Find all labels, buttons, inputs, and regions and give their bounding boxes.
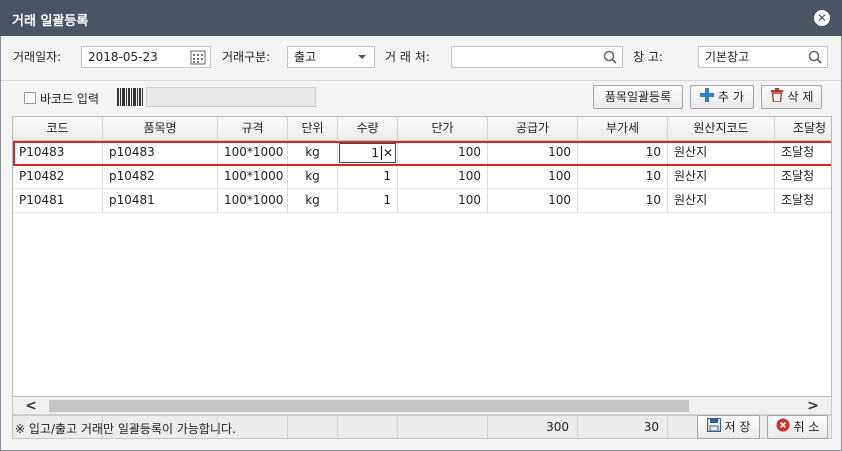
plus-icon — [700, 87, 715, 109]
table-cell[interactable]: 조달청 — [775, 189, 831, 213]
date-field[interactable]: 2018-05-23 — [81, 46, 211, 68]
chevron-down-icon — [354, 49, 370, 65]
barcode-checkbox[interactable] — [24, 92, 36, 104]
table-header: 코드 품목명 규격 단위 수량 단가 공급가 부가세 원산지코드 조달청 — [13, 117, 831, 141]
window-title: 거래 일괄등록 — [12, 14, 89, 29]
type-value: 출고 — [294, 50, 317, 64]
save-icon — [706, 417, 721, 439]
table-row[interactable]: P10481 p10481 100*1000 kg 1 100 100 10 원… — [13, 189, 831, 213]
warehouse-value: 기본창고 — [705, 50, 750, 64]
column-header[interactable]: 공급가 — [488, 117, 578, 141]
title-bar: 거래 일괄등록 ✕ — [0, 0, 842, 36]
table-cell[interactable]: 100 — [488, 141, 578, 165]
type-select[interactable]: 출고 — [287, 46, 375, 68]
dialog-body: 거래일자: 2018-05-23 거래구분: 출고 거 래 처: 창 고: 기본… — [0, 36, 842, 451]
quantity-cell[interactable]: 1 ✕ — [338, 141, 398, 165]
table-cell[interactable]: 100*1000 — [218, 189, 288, 213]
table-row[interactable]: P10483 p10483 100*1000 kg 1 ✕ 100 100 10… — [13, 141, 831, 165]
text-cursor — [381, 146, 382, 160]
table-cell[interactable]: 100 — [398, 141, 488, 165]
save-label: 저 장 — [724, 420, 751, 434]
column-header[interactable]: 품목명 — [103, 117, 218, 141]
totals-cell — [338, 416, 398, 438]
save-button[interactable]: 저 장 — [697, 415, 760, 439]
table-cell[interactable]: 조달청 — [775, 165, 831, 189]
table-cell[interactable]: p10481 — [103, 189, 218, 213]
scroll-left-icon[interactable]: < — [21, 397, 41, 415]
table-cell[interactable]: kg — [288, 165, 338, 189]
table-cell[interactable]: 원산지 — [668, 165, 775, 189]
search-icon[interactable] — [807, 49, 823, 65]
date-value: 2018-05-23 — [88, 50, 158, 64]
cancel-button[interactable]: 취 소 — [767, 415, 828, 439]
horizontal-scrollbar[interactable]: < > — [12, 397, 832, 415]
type-label: 거래구분: — [222, 50, 271, 64]
quantity-edit-value: 1 — [371, 146, 379, 160]
cancel-icon — [776, 417, 790, 439]
barcode-label: 바코드 입력 — [40, 92, 100, 106]
table-cell[interactable]: 100 — [398, 189, 488, 213]
barcode-input[interactable] — [146, 87, 316, 107]
table-cell[interactable]: 100 — [488, 189, 578, 213]
add-label: 추 가 — [718, 90, 744, 104]
delete-button[interactable]: 삭 제 — [761, 85, 822, 109]
scrollbar-thumb[interactable] — [49, 400, 689, 412]
table-cell[interactable]: 원산지 — [668, 141, 775, 165]
totals-cell — [398, 416, 488, 438]
supply-total: 300 — [488, 416, 578, 438]
table-cell[interactable]: 10 — [578, 141, 668, 165]
table-cell[interactable]: p10483 — [103, 141, 218, 165]
close-icon[interactable]: ✕ — [814, 10, 830, 26]
cancel-label: 취 소 — [793, 420, 820, 434]
table-cell[interactable]: P10481 — [13, 189, 103, 213]
divider — [1, 80, 841, 81]
table-cell[interactable]: 10 — [578, 165, 668, 189]
table-cell[interactable]: 조달청 — [775, 141, 831, 165]
vat-total: 30 — [578, 416, 668, 438]
column-header[interactable]: 부가세 — [578, 117, 668, 141]
column-header[interactable]: 단위 — [288, 117, 338, 141]
table-cell[interactable]: 100 — [488, 165, 578, 189]
table-cell[interactable]: 100*1000 — [218, 141, 288, 165]
trash-icon — [770, 87, 784, 109]
table-cell[interactable]: P10483 — [13, 141, 103, 165]
column-header[interactable]: 조달청 — [775, 117, 831, 141]
table-cell[interactable]: 1 — [338, 165, 398, 189]
clear-icon[interactable]: ✕ — [383, 144, 393, 162]
search-icon[interactable] — [602, 49, 618, 65]
date-label: 거래일자: — [13, 50, 62, 64]
delete-label: 삭 제 — [787, 90, 814, 104]
column-header[interactable]: 규격 — [218, 117, 288, 141]
column-header[interactable]: 코드 — [13, 117, 103, 141]
items-table[interactable]: 코드 품목명 규격 단위 수량 단가 공급가 부가세 원산지코드 조달청 P10… — [12, 116, 832, 397]
partner-field[interactable] — [451, 46, 623, 68]
bulk-register-button[interactable]: 품목일괄등록 — [593, 85, 683, 109]
totals-cell — [288, 416, 338, 438]
warehouse-label: 창 고: — [633, 50, 663, 64]
partner-label: 거 래 처: — [385, 50, 430, 64]
column-header[interactable]: 수량 — [338, 117, 398, 141]
table-row[interactable]: P10482 p10482 100*1000 kg 1 100 100 10 원… — [13, 165, 831, 189]
scroll-right-icon[interactable]: > — [803, 397, 823, 415]
calendar-icon[interactable] — [190, 49, 206, 65]
barcode-icon — [117, 88, 143, 109]
column-header[interactable]: 원산지코드 — [668, 117, 775, 141]
table-cell[interactable]: 1 — [338, 189, 398, 213]
table-cell[interactable]: kg — [288, 141, 338, 165]
add-button[interactable]: 추 가 — [690, 85, 754, 109]
quantity-edit-input[interactable]: 1 ✕ — [339, 143, 396, 163]
column-header[interactable]: 단가 — [398, 117, 488, 141]
notice-text: ※ 입고/출고 거래만 일괄등록이 가능합니다. — [15, 422, 236, 436]
table-cell[interactable]: kg — [288, 189, 338, 213]
table-cell[interactable]: P10482 — [13, 165, 103, 189]
table-cell[interactable]: 원산지 — [668, 189, 775, 213]
warehouse-field[interactable]: 기본창고 — [698, 46, 828, 68]
table-cell[interactable]: 100*1000 — [218, 165, 288, 189]
table-cell[interactable]: 10 — [578, 189, 668, 213]
table-cell[interactable]: p10482 — [103, 165, 218, 189]
table-cell[interactable]: 100 — [398, 165, 488, 189]
